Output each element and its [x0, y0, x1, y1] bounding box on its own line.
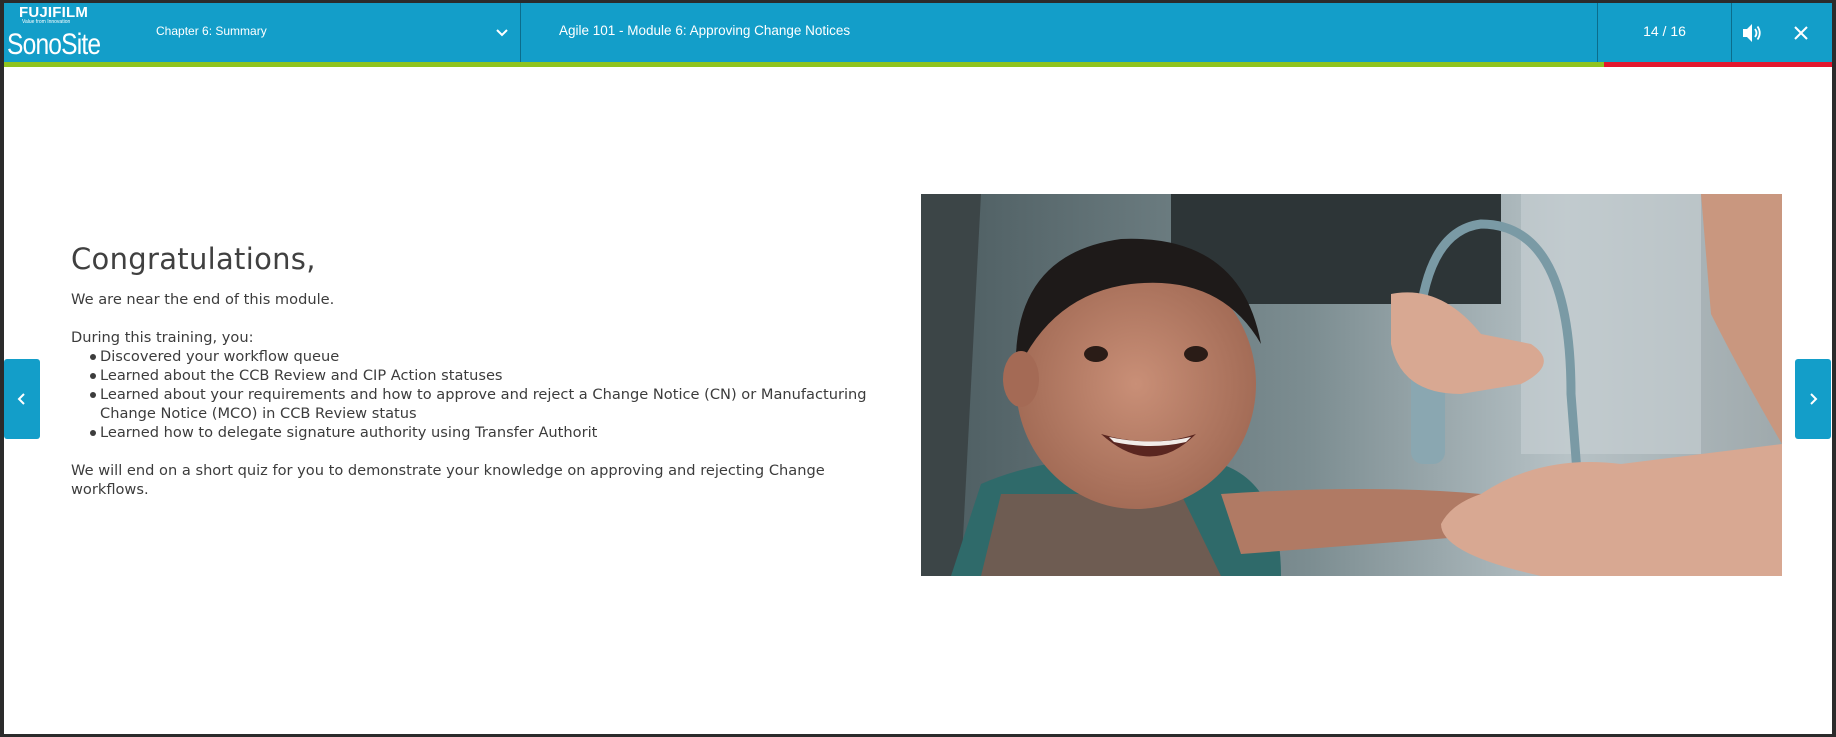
header-bar: FUJIFILM Value from Innovation SonoSite …	[4, 3, 1832, 62]
intro-text: We are near the end of this module.	[71, 291, 335, 308]
slide-heading: Congratulations,	[71, 242, 316, 276]
chevron-right-icon	[1810, 393, 1818, 405]
chevron-down-icon	[496, 29, 508, 37]
list-item: Discovered your workflow queue	[90, 347, 891, 366]
during-text: During this training, you:	[71, 329, 254, 346]
previous-slide-button[interactable]	[4, 359, 40, 439]
chapter-dropdown[interactable]: Chapter 6: Summary	[106, 3, 521, 62]
sound-button[interactable]	[1734, 17, 1768, 49]
close-button[interactable]	[1784, 17, 1818, 49]
ending-text: We will end on a short quiz for you to d…	[71, 462, 825, 498]
course-player: FUJIFILM Value from Innovation SonoSite …	[4, 3, 1832, 734]
slide-text: Congratulations, We are near the end of …	[71, 242, 891, 499]
chevron-left-icon	[17, 393, 25, 405]
photo-illustration	[921, 194, 1782, 576]
sonosite-logo: FUJIFILM Value from Innovation SonoSite	[4, 3, 106, 62]
list-item: Learned how to delegate signature author…	[90, 423, 891, 442]
next-slide-button[interactable]	[1795, 359, 1831, 439]
summary-list: Discovered your workflow queue Learned a…	[71, 347, 891, 442]
progress-bar	[4, 62, 1832, 67]
chapter-label: Chapter 6: Summary	[156, 24, 267, 38]
progress-fill	[4, 62, 1604, 67]
page-counter: 14 / 16	[1597, 3, 1732, 62]
speaker-icon	[1743, 24, 1761, 42]
list-item: Learned about the CCB Review and CIP Act…	[90, 366, 891, 385]
child-ultrasound-photo	[921, 194, 1782, 576]
course-title: Agile 101 - Module 6: Approving Change N…	[559, 23, 851, 38]
close-icon	[1794, 26, 1808, 40]
logo-tagline: Value from Innovation	[22, 19, 71, 25]
logo-brand-main: SonoSite	[7, 28, 101, 61]
list-item: Learned about your requirements and how …	[90, 385, 891, 423]
